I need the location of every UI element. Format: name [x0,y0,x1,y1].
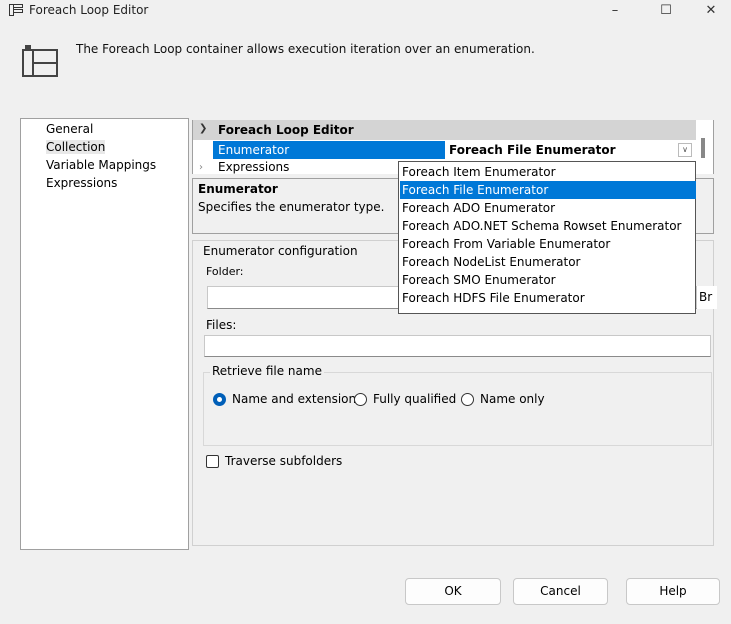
nav-item-variable-mappings[interactable]: Variable Mappings [46,158,156,172]
radio-name-and-extension[interactable] [213,393,226,406]
dropdown-option-file-enumerator[interactable]: Foreach File Enumerator [400,181,696,199]
collapse-chevron-icon[interactable]: ❯ [199,123,207,134]
property-grid-scrollbar[interactable] [701,138,705,158]
close-button[interactable]: ✕ [688,0,731,22]
nav-item-expressions[interactable]: Expressions [46,176,117,190]
nav-panel: General Collection Variable Mappings Exp… [20,118,189,550]
radio-name-only[interactable] [461,393,474,406]
dropdown-option-hdfs-file-enumerator[interactable]: Foreach HDFS File Enumerator [400,289,696,307]
dropdown-option-ado-net-schema-rowset-enumerator[interactable]: Foreach ADO.NET Schema Rowset Enumerator [400,217,696,235]
enumerator-property-name[interactable]: Enumerator [213,141,445,159]
maximize-button[interactable]: ☐ [643,0,689,22]
foreach-loop-icon [9,4,23,16]
traverse-subfolders-label[interactable]: Traverse subfolders [225,454,342,468]
cancel-button[interactable]: Cancel [513,578,608,605]
files-input[interactable] [204,335,711,357]
dropdown-option-smo-enumerator[interactable]: Foreach SMO Enumerator [400,271,696,289]
radio-fully-qualified[interactable] [354,393,367,406]
enumerator-property-value[interactable]: Foreach File Enumerator [446,141,696,159]
window-title: Foreach Loop Editor [29,3,149,17]
help-button[interactable]: Help [626,578,720,605]
retrieve-file-name-group [203,372,712,446]
dropdown-option-ado-enumerator[interactable]: Foreach ADO Enumerator [400,199,696,217]
enumerator-config-title: Enumerator configuration [201,244,360,258]
minimize-button[interactable]: – [592,0,638,22]
description-text: Specifies the enumerator type. [198,200,385,214]
chevron-down-icon[interactable]: ∨ [678,143,692,157]
dropdown-option-nodelist-enumerator[interactable]: Foreach NodeList Enumerator [400,253,696,271]
traverse-subfolders-checkbox[interactable] [206,455,219,468]
retrieve-file-name-title: Retrieve file name [210,364,324,378]
radio-name-and-extension-label[interactable]: Name and extension [232,392,356,406]
ok-button[interactable]: OK [405,578,501,605]
expand-chevron-icon[interactable]: › [199,162,203,173]
description-title: Enumerator [198,182,278,196]
header-description: The Foreach Loop container allows execut… [76,42,535,56]
enumerator-dropdown-list[interactable]: Foreach Item Enumerator Foreach File Enu… [398,161,696,314]
folder-label: Folder: [206,265,244,278]
nav-item-collection[interactable]: Collection [46,140,106,154]
radio-name-only-label[interactable]: Name only [480,392,545,406]
expressions-property-name[interactable]: Expressions [218,160,289,174]
dropdown-option-item-enumerator[interactable]: Foreach Item Enumerator [400,163,696,181]
nav-item-general[interactable]: General [46,122,93,136]
dropdown-option-from-variable-enumerator[interactable]: Foreach From Variable Enumerator [400,235,696,253]
property-category-title: Foreach Loop Editor [218,123,354,137]
radio-fully-qualified-label[interactable]: Fully qualified [373,392,456,406]
browse-button[interactable]: Br [697,286,717,309]
files-label: Files: [206,318,237,332]
foreach-container-icon [22,45,58,77]
